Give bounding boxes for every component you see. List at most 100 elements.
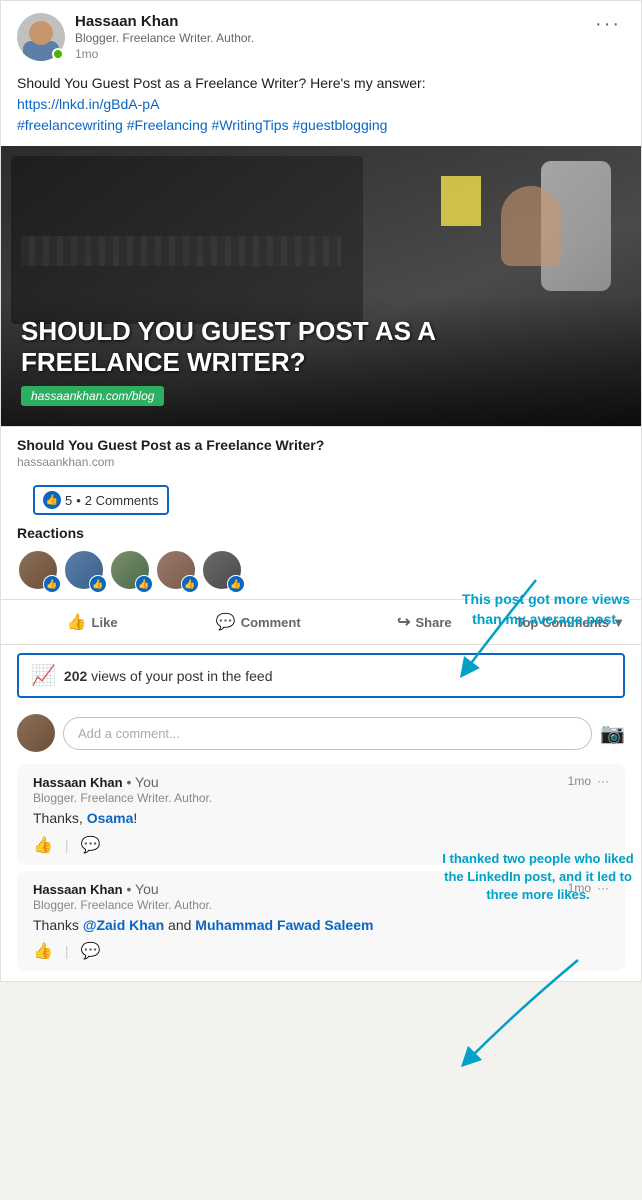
image-title-line2: FREELANCE WRITER? bbox=[21, 347, 621, 378]
share-icon: ↪ bbox=[397, 612, 410, 632]
comment-2-divider: | bbox=[65, 943, 69, 959]
reactions-count-row: 👍 5 • 2 Comments bbox=[1, 475, 641, 521]
comment-2-you: • You bbox=[126, 881, 158, 897]
reactor-3-wrap: 👍 bbox=[109, 549, 151, 591]
post-text: Should You Guest Post as a Freelance Wri… bbox=[1, 69, 641, 146]
comment-2-body: Hassaan Khan • You Blogger. Freelance Wr… bbox=[17, 871, 625, 972]
comment-2-between: and bbox=[164, 917, 195, 933]
comment-1-body: Hassaan Khan • You Blogger. Freelance Wr… bbox=[17, 764, 625, 865]
comment-2-time-dots: 1mo ··· bbox=[568, 881, 609, 895]
comment-2-text: Thanks @Zaid Khan and Muhammad Fawad Sal… bbox=[33, 916, 609, 936]
comment-2-meta: Blogger. Freelance Writer. Author. bbox=[33, 898, 212, 912]
top-comments-label: Top Comments bbox=[515, 615, 609, 630]
reactor-2-wrap: 👍 bbox=[63, 549, 105, 591]
commenter-avatar bbox=[17, 714, 55, 752]
more-options-button[interactable]: ··· bbox=[591, 13, 625, 36]
comment-1-author: Hassaan Khan bbox=[33, 775, 123, 790]
action-bar: 👍 Like 💬 Comment ↪ Share Top Comments ▼ bbox=[1, 599, 641, 645]
comment-2-mention2[interactable]: Muhammad Fawad Saleem bbox=[195, 917, 373, 933]
comment-1-actions: 👍 | 💬 bbox=[33, 835, 609, 855]
comment-2-author-block: Hassaan Khan • You Blogger. Freelance Wr… bbox=[33, 881, 212, 912]
comment-1-mention[interactable]: Osama bbox=[87, 810, 134, 826]
author-avatar-wrap bbox=[17, 13, 65, 61]
top-comments-button[interactable]: Top Comments ▼ bbox=[507, 607, 633, 638]
image-overlay: SHOULD YOU GUEST POST AS A FREELANCE WRI… bbox=[1, 296, 641, 426]
trending-icon: 📈 bbox=[31, 663, 56, 688]
like-icon-5: 👍 bbox=[227, 575, 245, 593]
comment-input-row: Add a comment... 📷 bbox=[1, 706, 641, 760]
comment-2-header: Hassaan Khan • You Blogger. Freelance Wr… bbox=[33, 881, 609, 912]
comment-1-time-dots: 1mo ··· bbox=[568, 774, 609, 788]
comment-2-more[interactable]: ··· bbox=[597, 881, 609, 895]
comment-1: Hassaan Khan • You Blogger. Freelance Wr… bbox=[1, 764, 641, 865]
image-url-badge: hassaankhan.com/blog bbox=[21, 386, 164, 406]
like-icon-2: 👍 bbox=[89, 575, 107, 593]
like-icon-3: 👍 bbox=[135, 575, 153, 593]
post-question: Should You Guest Post as a Freelance Wri… bbox=[17, 73, 625, 94]
comment-2-actions: 👍 | 💬 bbox=[33, 941, 609, 961]
post-image: SHOULD YOU GUEST POST AS A FREELANCE WRI… bbox=[1, 146, 641, 426]
comment-1-you: • You bbox=[126, 774, 158, 790]
reactions-box-inner: 👍 5 • 2 Comments bbox=[43, 491, 159, 509]
post-time: 1mo bbox=[75, 47, 254, 61]
views-box: 📈 202 views of your post in the feed bbox=[17, 653, 625, 698]
comment-icon: 💬 bbox=[216, 612, 236, 632]
chevron-down-icon: ▼ bbox=[612, 615, 625, 630]
keyboard-decor bbox=[21, 236, 341, 266]
hand-decor bbox=[501, 186, 561, 266]
post-header: Hassaan Khan Blogger. Freelance Writer. … bbox=[1, 1, 641, 69]
comment-1-reply-button[interactable]: 💬 bbox=[81, 835, 101, 855]
comment-1-text: Thanks, Osama! bbox=[33, 809, 609, 829]
share-label: Share bbox=[416, 615, 452, 630]
note-decor bbox=[441, 176, 481, 226]
comment-1-text-before: Thanks, bbox=[33, 810, 87, 826]
article-domain: hassaankhan.com bbox=[17, 455, 625, 469]
like-icon-1: 👍 bbox=[43, 575, 61, 593]
article-title: Should You Guest Post as a Freelance Wri… bbox=[17, 437, 625, 453]
reactions-separator: • bbox=[76, 493, 81, 508]
views-count: 202 bbox=[64, 668, 87, 684]
comment-2-text-before: Thanks bbox=[33, 917, 83, 933]
comment-label: Comment bbox=[241, 615, 301, 630]
author-name: Hassaan Khan bbox=[75, 13, 254, 30]
like-badge: 👍 bbox=[43, 491, 61, 509]
like-label: Like bbox=[92, 615, 118, 630]
reactor-4-wrap: 👍 bbox=[155, 549, 197, 591]
image-title-line1: SHOULD YOU GUEST POST AS A bbox=[21, 316, 621, 347]
comment-1-time: 1mo bbox=[568, 774, 591, 788]
comment-1-header: Hassaan Khan • You Blogger. Freelance Wr… bbox=[33, 774, 609, 805]
post-card: Hassaan Khan Blogger. Freelance Writer. … bbox=[0, 0, 642, 982]
comment-2-author: Hassaan Khan bbox=[33, 882, 123, 897]
avatar-face bbox=[29, 21, 53, 45]
comment-1-like-button[interactable]: 👍 bbox=[33, 835, 53, 855]
reactor-1-wrap: 👍 bbox=[17, 549, 59, 591]
reactions-label: Reactions bbox=[1, 521, 641, 543]
views-label: views of your post in the feed bbox=[91, 668, 272, 684]
comment-2: Hassaan Khan • You Blogger. Freelance Wr… bbox=[1, 871, 641, 972]
online-indicator bbox=[52, 48, 64, 60]
reactions-count: 5 bbox=[65, 493, 72, 508]
like-button[interactable]: 👍 Like bbox=[9, 604, 175, 640]
post-link[interactable]: https://lnkd.in/gBdA-pA bbox=[17, 94, 625, 115]
linkedin-post: Hassaan Khan Blogger. Freelance Writer. … bbox=[0, 0, 642, 982]
article-preview: Should You Guest Post as a Freelance Wri… bbox=[1, 426, 641, 475]
comment-1-meta: Blogger. Freelance Writer. Author. bbox=[33, 791, 212, 805]
comment-2-reply-button[interactable]: 💬 bbox=[81, 941, 101, 961]
like-icon-4: 👍 bbox=[181, 575, 199, 593]
comment-1-author-block: Hassaan Khan • You Blogger. Freelance Wr… bbox=[33, 774, 212, 805]
share-button[interactable]: ↪ Share bbox=[341, 604, 507, 640]
comment-input[interactable]: Add a comment... bbox=[63, 717, 592, 750]
comment-1-text-after: ! bbox=[133, 810, 137, 826]
camera-icon[interactable]: 📷 bbox=[600, 721, 625, 746]
comment-2-like-button[interactable]: 👍 bbox=[33, 941, 53, 961]
avatar-row: 👍 👍 👍 👍 👍 bbox=[1, 543, 641, 599]
comment-1-more[interactable]: ··· bbox=[597, 774, 609, 788]
comment-button[interactable]: 💬 Comment bbox=[175, 604, 341, 640]
reactions-box[interactable]: 👍 5 • 2 Comments bbox=[33, 485, 169, 515]
post-hashtags: #freelancewriting #Freelancing #WritingT… bbox=[17, 115, 625, 136]
author-subtitle: Blogger. Freelance Writer. Author. bbox=[75, 31, 254, 45]
comment-2-mention1[interactable]: @Zaid Khan bbox=[83, 917, 164, 933]
views-text: 202 views of your post in the feed bbox=[64, 668, 273, 684]
author-info: Hassaan Khan Blogger. Freelance Writer. … bbox=[75, 13, 254, 61]
comment-2-time: 1mo bbox=[568, 881, 591, 895]
